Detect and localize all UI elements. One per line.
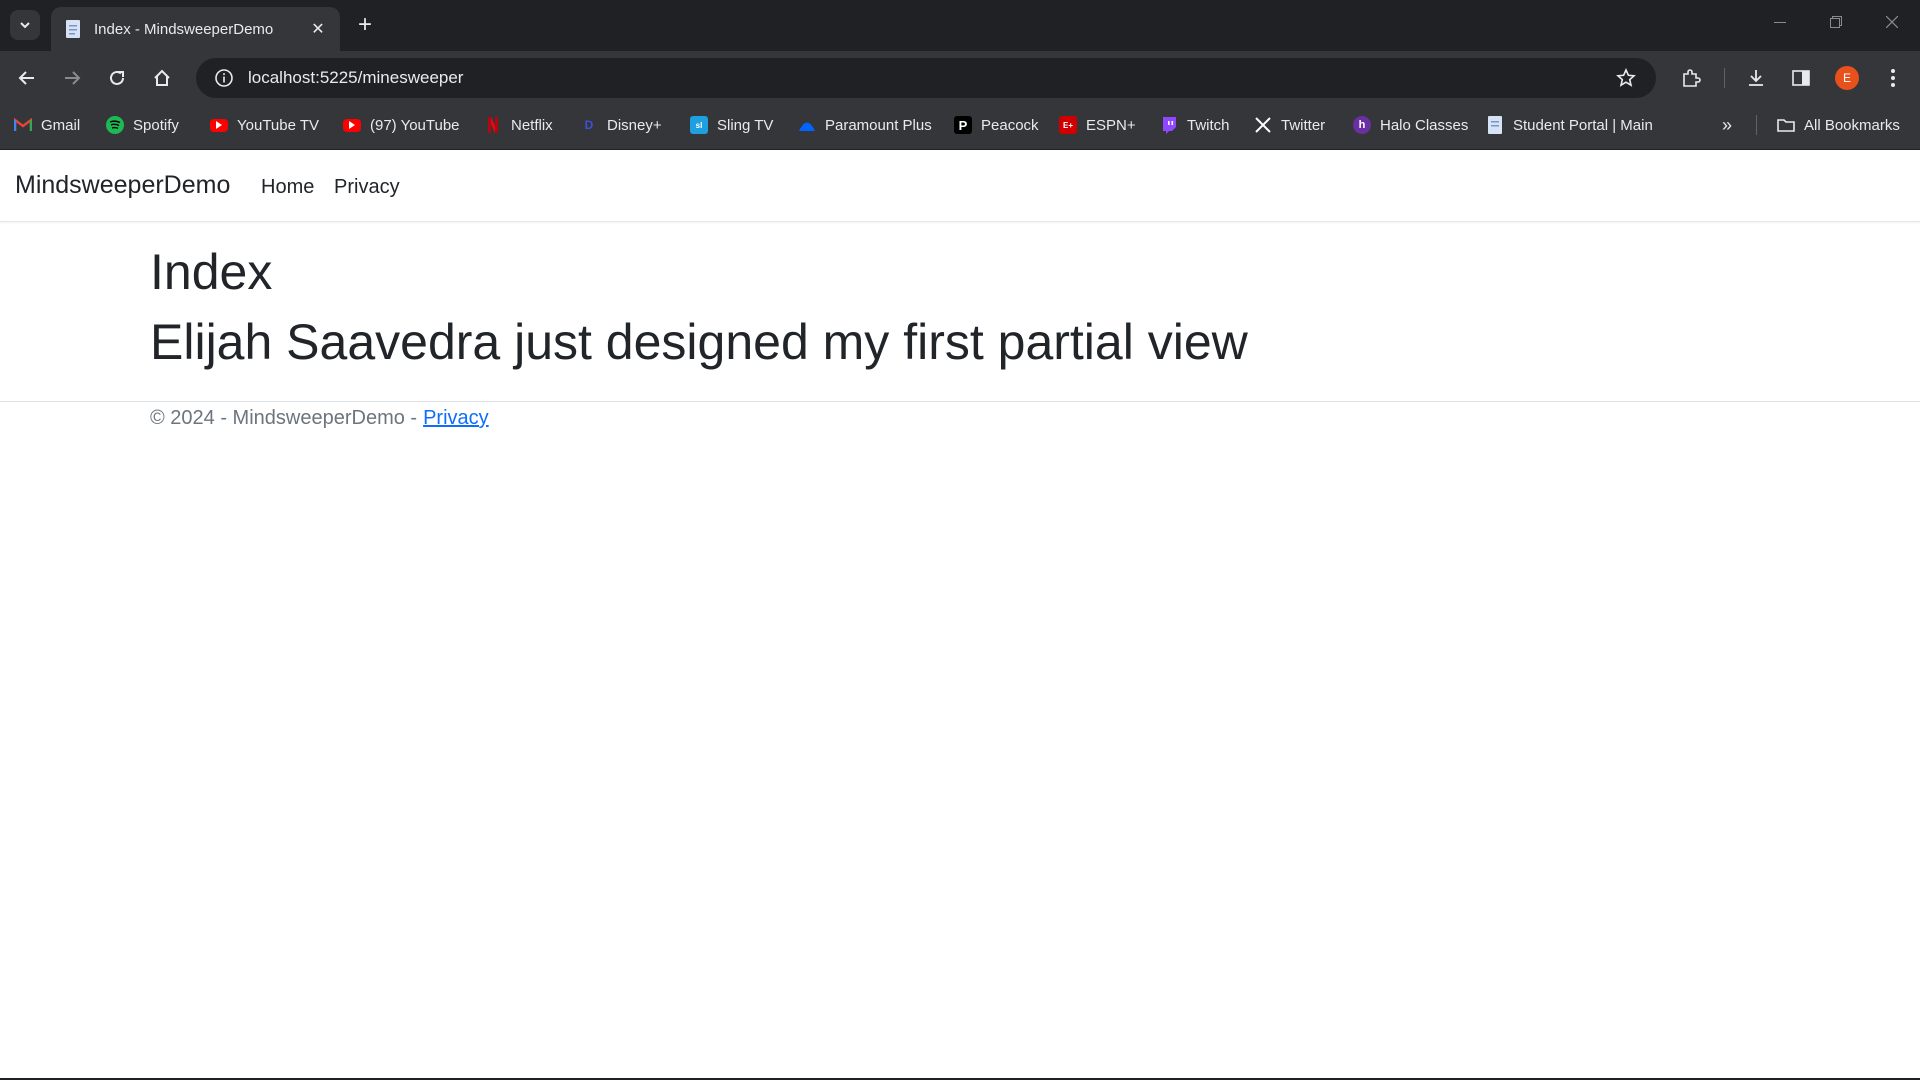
- bookmark-label: Gmail: [41, 116, 81, 134]
- folder-icon: [1777, 116, 1795, 134]
- partial-view-heading: Elijah Saavedra just designed my first p…: [150, 314, 1248, 370]
- bookmarks-divider: [1756, 115, 1757, 135]
- downloads-button[interactable]: [1740, 62, 1772, 94]
- youtube-tv-icon: [210, 118, 228, 132]
- bookmark-label: Paramount Plus: [825, 116, 932, 134]
- side-panel-button[interactable]: [1785, 62, 1817, 94]
- espn-icon: E+: [1059, 116, 1077, 134]
- new-tab-button[interactable]: +: [352, 11, 378, 38]
- address-bar[interactable]: localhost:5225/minesweeper: [196, 58, 1656, 98]
- more-bookmarks-icon[interactable]: »: [1715, 113, 1739, 137]
- footer-privacy-link[interactable]: Privacy: [423, 407, 489, 430]
- bookmark-espn[interactable]: E+ ESPN+: [1059, 105, 1136, 145]
- minimize-button[interactable]: [1752, 0, 1808, 44]
- restore-button[interactable]: [1808, 0, 1864, 44]
- footer-divider: [0, 401, 1920, 402]
- bookmark-label: YouTube TV: [237, 116, 320, 134]
- bookmark-gmail[interactable]: Gmail: [14, 105, 80, 145]
- close-tab-icon[interactable]: ✕: [308, 19, 328, 39]
- reload-button[interactable]: [101, 62, 133, 94]
- tab-strip: Index - MindsweeperDemo ✕ +: [0, 0, 1920, 51]
- halo-icon: h: [1353, 116, 1371, 134]
- forward-button[interactable]: [56, 62, 88, 94]
- page-viewport: MindsweeperDemo Home Privacy Index Elija…: [0, 151, 1920, 1078]
- bookmark-label: Sling TV: [717, 116, 774, 134]
- bookmark-label: Spotify: [133, 116, 179, 134]
- bookmark-label: Student Portal | Main: [1513, 116, 1653, 134]
- close-window-button[interactable]: [1864, 0, 1920, 44]
- bookmark-paramount[interactable]: Paramount Plus: [798, 105, 932, 145]
- back-arrow-icon: [18, 71, 34, 85]
- bookmark-label: Twitter: [1281, 116, 1326, 134]
- site-brand[interactable]: MindsweeperDemo: [15, 171, 230, 200]
- home-icon: [154, 69, 170, 86]
- extensions-button[interactable]: [1675, 62, 1707, 94]
- bookmark-label: (97) YouTube: [370, 116, 460, 134]
- bookmark-twitch[interactable]: Twitch: [1160, 105, 1230, 145]
- tab-title: Index - MindsweeperDemo: [94, 20, 274, 38]
- spotify-icon: [106, 116, 124, 134]
- bookmark-youtube[interactable]: (97) YouTube: [343, 105, 460, 145]
- kebab-menu-icon: [1891, 69, 1895, 87]
- profile-avatar[interactable]: E: [1835, 66, 1859, 90]
- bookmark-label: Twitch: [1187, 116, 1230, 134]
- paramount-icon: [798, 116, 816, 134]
- chevron-down-icon: [20, 22, 30, 29]
- bookmark-spotify[interactable]: Spotify: [106, 105, 179, 145]
- bookmark-label: Halo Classes: [1380, 116, 1469, 134]
- reload-icon: [110, 70, 124, 85]
- toolbar-divider: [1724, 68, 1725, 88]
- bookmark-label: Disney+: [607, 116, 662, 134]
- twitch-icon: [1160, 116, 1178, 134]
- bookmark-twitter[interactable]: Twitter: [1254, 105, 1325, 145]
- gmail-icon: [14, 116, 32, 134]
- bookmark-disney[interactable]: D Disney+: [580, 105, 662, 145]
- site-navbar: MindsweeperDemo Home Privacy: [0, 151, 1920, 222]
- info-icon[interactable]: [204, 58, 244, 98]
- nav-home-link[interactable]: Home: [261, 176, 314, 199]
- youtube-icon: [343, 118, 361, 132]
- side-panel-icon: [1792, 70, 1810, 86]
- puzzle-icon: [1683, 69, 1701, 87]
- bookmark-sling[interactable]: sl Sling TV: [690, 105, 773, 145]
- back-button[interactable]: [11, 62, 43, 94]
- active-tab[interactable]: Index - MindsweeperDemo ✕: [51, 7, 340, 51]
- bookmark-netflix[interactable]: Netflix: [484, 105, 553, 145]
- download-icon: [1749, 70, 1763, 86]
- site-footer: © 2024 - MindsweeperDemo - Privacy: [150, 407, 489, 430]
- bookmark-label: ESPN+: [1086, 116, 1136, 134]
- document-icon: [63, 19, 83, 39]
- bookmark-peacock[interactable]: P Peacock: [954, 105, 1039, 145]
- url-text[interactable]: localhost:5225/minesweeper: [248, 68, 1606, 88]
- all-bookmarks-label: All Bookmarks: [1804, 116, 1900, 134]
- x-icon: [1254, 116, 1272, 134]
- all-bookmarks-button[interactable]: All Bookmarks: [1777, 105, 1900, 145]
- netflix-icon: [484, 116, 502, 134]
- browser-toolbar: localhost:5225/minesweeper: [0, 51, 1920, 105]
- sling-icon: sl: [690, 116, 708, 134]
- forward-arrow-icon: [65, 71, 81, 85]
- bookmark-halo[interactable]: h Halo Classes: [1353, 105, 1468, 145]
- nav-privacy-link[interactable]: Privacy: [334, 176, 400, 199]
- bookmark-youtube-tv[interactable]: YouTube TV: [210, 105, 319, 145]
- page-title: Index: [150, 244, 273, 300]
- peacock-icon: P: [954, 116, 972, 134]
- document-icon: [1486, 116, 1504, 134]
- bookmark-label: Netflix: [511, 116, 553, 134]
- disney-icon: D: [584, 118, 594, 132]
- bookmark-label: Peacock: [981, 116, 1039, 134]
- home-button[interactable]: [146, 62, 178, 94]
- menu-button[interactable]: [1877, 62, 1909, 94]
- bookmarks-bar: Gmail Spotify YouTube TV (97) YouTube Ne…: [0, 105, 1920, 150]
- bookmark-star-icon[interactable]: [1606, 58, 1646, 98]
- window-controls: [1752, 0, 1920, 44]
- bookmark-student-portal[interactable]: Student Portal | Main: [1486, 105, 1653, 145]
- footer-copyright: © 2024 - MindsweeperDemo -: [150, 407, 418, 429]
- tab-search-button[interactable]: [10, 10, 40, 40]
